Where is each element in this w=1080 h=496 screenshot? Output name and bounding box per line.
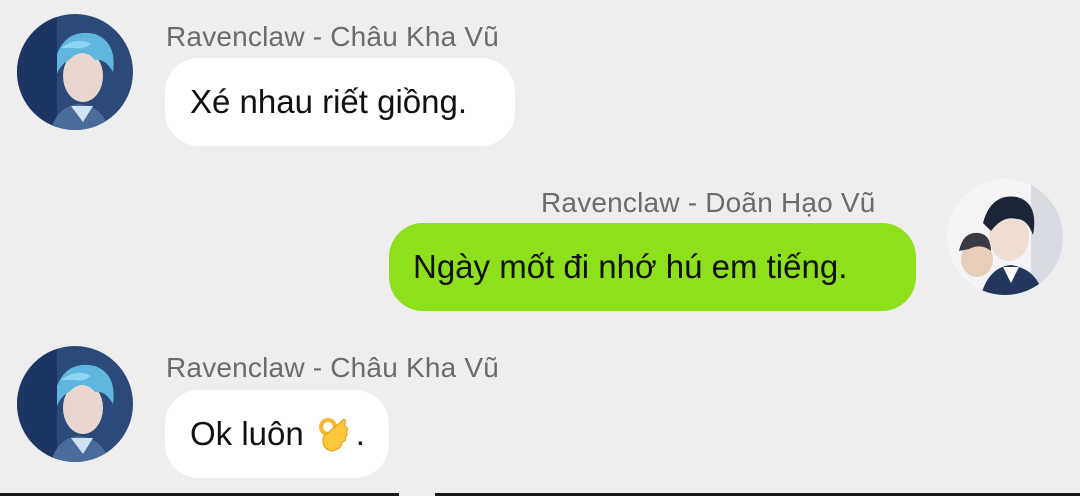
chat-conversation: Ravenclaw - Châu Kha Vũ Xé nhau riết giồ… xyxy=(0,0,1080,496)
sender-avatar[interactable] xyxy=(947,179,1063,295)
message-bubble[interactable]: Ok luôn . xyxy=(165,390,389,478)
sender-name: Ravenclaw - Châu Kha Vũ xyxy=(166,21,499,52)
profile-photo-dark-hair-icon xyxy=(947,179,1063,295)
message-text: Ngày mốt đi nhớ hú em tiếng. xyxy=(413,248,848,285)
message-text: Xé nhau riết giồng. xyxy=(190,83,468,120)
sender-avatar[interactable] xyxy=(17,346,133,462)
message-row: Ravenclaw - Doãn Hạo Vũ Ngày mốt đi nhớ … xyxy=(0,170,1080,320)
message-row: Ravenclaw - Châu Kha Vũ Ok luôn . xyxy=(0,330,1080,480)
sender-name: Ravenclaw - Châu Kha Vũ xyxy=(166,352,499,383)
sender-avatar[interactable] xyxy=(17,14,133,130)
message-text: Ok luôn xyxy=(190,415,304,452)
profile-photo-blue-hair-icon xyxy=(17,346,133,462)
message-bubble[interactable]: Xé nhau riết giồng. xyxy=(165,58,515,146)
message-text-suffix: . xyxy=(355,415,365,452)
profile-photo-blue-hair-icon xyxy=(17,14,133,130)
message-row: Ravenclaw - Châu Kha Vũ Xé nhau riết giồ… xyxy=(0,0,1080,160)
sender-name: Ravenclaw - Doãn Hạo Vũ xyxy=(541,187,876,218)
ok-hand-emoji-icon xyxy=(318,418,348,452)
message-bubble[interactable]: Ngày mốt đi nhớ hú em tiếng. xyxy=(389,223,916,311)
